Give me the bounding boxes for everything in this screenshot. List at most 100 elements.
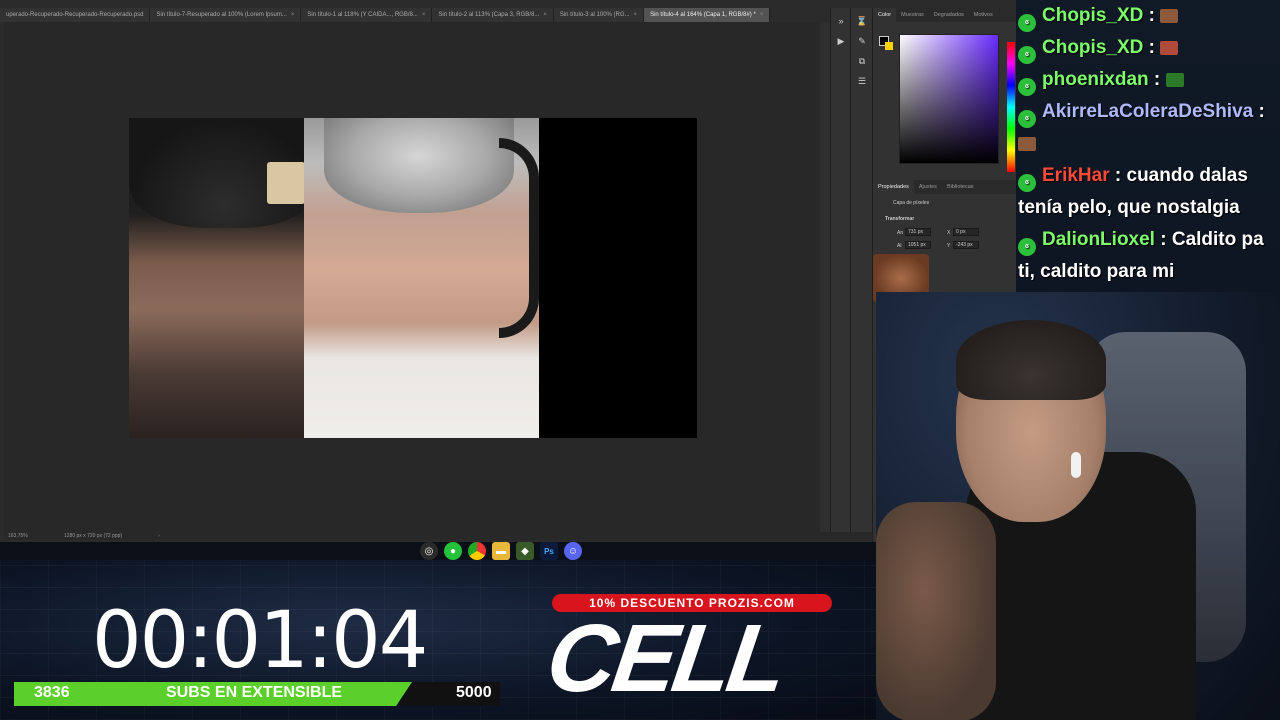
photoshop-icon[interactable]: Ps [540,542,558,560]
tab-color[interactable]: Color [873,8,897,22]
earbud [1071,452,1081,478]
clone-icon[interactable]: ⧉ [855,54,869,68]
play-icon[interactable]: ▶ [834,34,848,48]
whatsapp-icon[interactable]: ● [444,542,462,560]
document-tab[interactable]: Sin título-2 al 113% (Capa 3, RGB/8... × [432,8,554,22]
tab-label: Sin título-7-Resuperado al 100% (Lorem I… [156,12,287,18]
chat-separator: : [1160,229,1167,250]
webcam-feed [876,292,1280,720]
chat-message: ɞ Chopis_XD : [1018,32,1280,64]
canvas-area[interactable] [4,22,820,532]
tab-patterns[interactable]: Motivos [969,8,998,22]
app-icon[interactable]: ◆ [516,542,534,560]
collapse-icon[interactable]: » [834,14,848,28]
tab-libraries[interactable]: Bibliotecas [942,180,979,194]
document-canvas[interactable] [129,118,697,438]
emote-icon [1160,41,1179,55]
x-label: X [947,230,951,236]
emote-icon [1165,73,1184,87]
transform-label: Transformar [885,216,915,222]
color-picker-field[interactable] [899,34,999,164]
person-right-image [304,118,539,438]
chat-username: ErikHar [1042,165,1110,186]
y-field[interactable]: -243 px [953,241,979,249]
zoom-level: 163,75% [8,533,28,539]
close-icon[interactable]: × [543,12,547,18]
chat-message: ɞ AkirreLaColeraDeShiva : [1018,96,1280,160]
chat-username: DalionLioxel [1042,229,1155,250]
x-field[interactable]: 0 px [953,228,979,236]
sub-badge-icon: ɞ [1018,238,1036,256]
folder-icon[interactable]: ▬ [492,542,510,560]
taskbar: ◎ ● ▬ ◆ Ps ☺ [420,542,620,560]
sub-badge-icon: ɞ [1018,110,1036,128]
vertical-scrollbar[interactable] [820,22,830,532]
tab-properties[interactable]: Propiedades [873,180,914,194]
tab-label: Sin título-1 al 118% (Y CAIDA..., RGB/8.… [307,12,418,18]
streamer-arm [876,502,996,720]
panel-dock-collapse: » ▶ [830,8,850,532]
chat-username: Chopis_XD [1042,5,1144,26]
color-panel-tabs: Color Muestras Degradados Motivos [873,8,1016,22]
stream-layout: uperado-Recuperado-Recuperado-Recuperado… [0,0,1280,720]
y-label: Y [947,243,951,249]
close-icon[interactable]: × [760,12,764,18]
width-field[interactable]: 731 px [905,228,931,236]
chat-separator: : [1148,5,1155,26]
tab-swatches[interactable]: Muestras [896,8,929,22]
subathon-timer: 00:01:04 [92,596,428,686]
document-tabbar: uperado-Recuperado-Recuperado-Recuperado… [0,8,830,22]
document-size: 1280 px x 720 px (72 ppp) [64,533,123,539]
chat-separator: : [1148,37,1155,58]
tab-adjustments[interactable]: Ajustes [914,180,942,194]
chat-username: phoenixdan [1042,69,1149,90]
chat-separator: : [1153,69,1161,90]
sub-badge-icon: ɞ [1018,78,1036,96]
photoshop-window: uperado-Recuperado-Recuperado-Recuperado… [0,0,1017,542]
close-icon[interactable]: × [422,12,426,18]
chrome-icon[interactable] [468,542,486,560]
brush-icon[interactable]: ✎ [855,34,869,48]
close-icon[interactable]: × [291,12,295,18]
width-label: An [897,230,904,236]
chat-separator: : [1258,101,1265,122]
chat-overlay: ɞ Chopis_XD : ɞ Chopis_XD : ɞ phoenixdan : … [1016,0,1280,292]
document-tab[interactable]: Sin título-7-Resuperado al 100% (Lorem I… [150,8,302,22]
subs-current: 3836 [34,684,70,701]
document-tab[interactable]: Sin título-3 al 100% (RG... × [553,8,645,22]
tab-label: uperado-Recuperado-Recuperado-Recuperado… [6,12,144,18]
height-field[interactable]: 1051 px [905,241,931,249]
layer-image[interactable] [129,118,539,438]
chat-message: ɞ ErikHar : cuando dalas tenía pelo, que … [1018,160,1280,224]
history-icon[interactable]: ⌛ [855,14,869,28]
hair [324,118,514,213]
chat-username: Chopis_XD [1042,37,1144,58]
document-tab[interactable]: uperado-Recuperado-Recuperado-Recuperado… [0,8,151,22]
emote-icon [1018,137,1036,151]
obs-icon[interactable]: ◎ [420,542,438,560]
layer-type-label: Capa de píxeles [893,200,930,206]
panel-icons: ⌛ ✎ ⧉ ☰ [850,8,872,532]
person-left-image [129,118,319,438]
headphone [499,138,539,338]
hue-slider[interactable] [1007,42,1015,172]
tab-gradients[interactable]: Degradados [929,8,969,22]
chat-message: ɞ phoenixdan : [1018,64,1280,96]
sub-badge-icon: ɞ [1018,14,1036,32]
document-tab-active[interactable]: Sin título-4 al 164% (Capa 1, RGB/8#) * × [644,8,771,22]
status-bar: 163,75% 1280 px x 720 px (72 ppp) › [4,532,872,540]
chat-message: ɞ Chopis_XD : [1018,0,1280,32]
chat-username: AkirreLaColeraDeShiva [1042,101,1254,122]
document-tab[interactable]: Sin título-1 al 118% (Y CAIDA..., RGB/8.… [301,8,433,22]
beanie-tag [267,162,305,204]
streamer-hair [956,320,1106,400]
background-color-swatch[interactable] [885,42,893,50]
status-arrow-icon[interactable]: › [158,532,160,540]
discord-icon[interactable]: ☺ [564,542,582,560]
close-icon[interactable]: × [634,12,638,18]
emote-icon [1160,9,1179,23]
tab-label: Sin título-2 al 113% (Capa 3, RGB/8... [438,12,540,18]
properties-panel-tabs: Propiedades Ajustes Bibliotecas [873,180,1017,194]
subs-goal: 5000 [456,684,492,701]
layers-icon[interactable]: ☰ [855,74,869,88]
